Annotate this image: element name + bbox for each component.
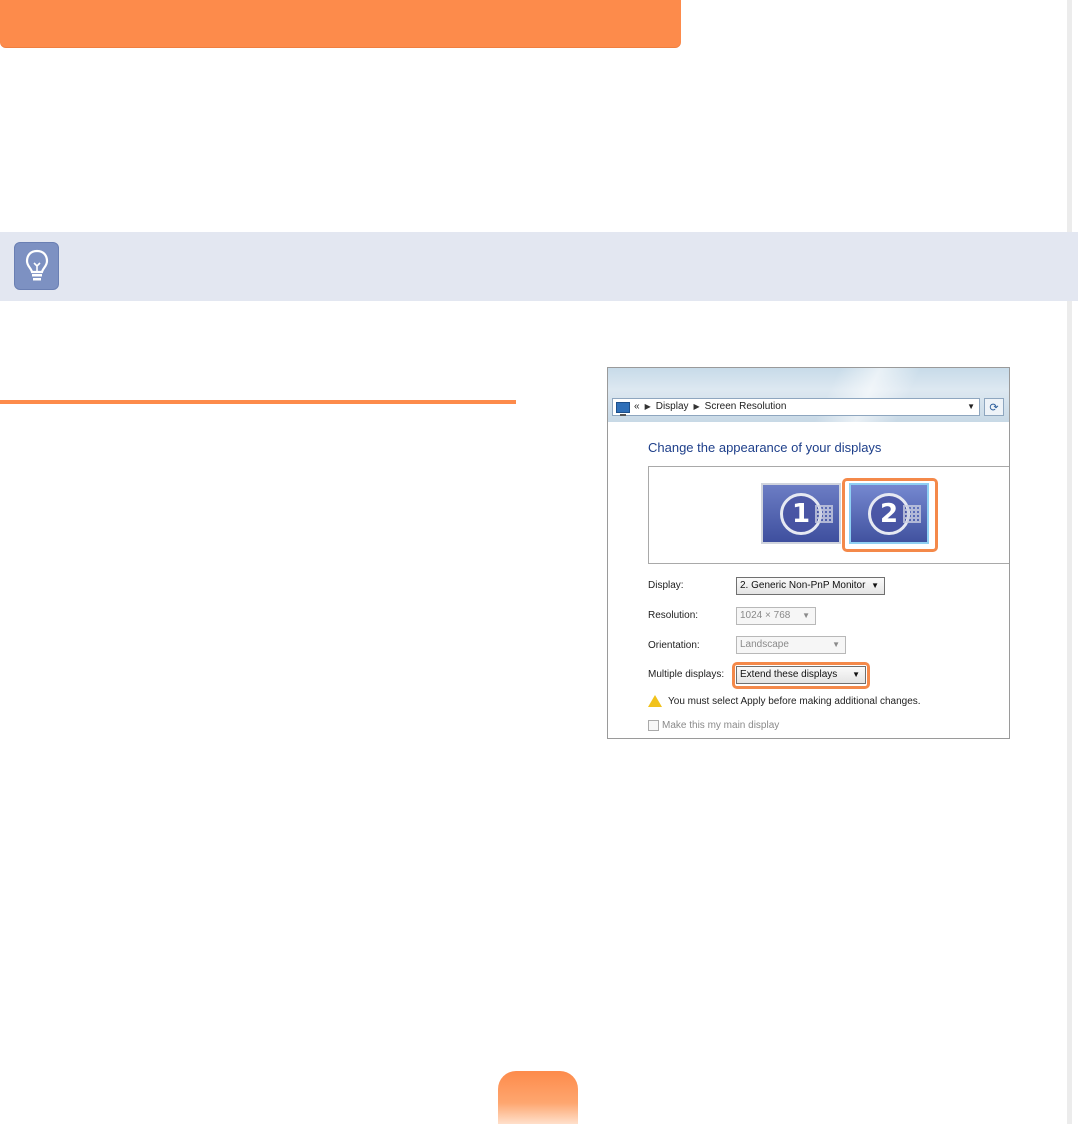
tip-box [0, 232, 1078, 301]
refresh-icon[interactable]: ⟳ [984, 398, 1004, 416]
monitor-icon [616, 401, 630, 416]
chapter-title-bar [0, 0, 681, 48]
display-label: Display: [648, 580, 684, 591]
chevron-right-icon: ▶ [644, 402, 651, 411]
page-number-tab [498, 1071, 578, 1124]
display-select[interactable]: 2. Generic Non-PnP Monitor ▼ [736, 577, 885, 595]
resolution-label: Resolution: [648, 610, 699, 621]
chevron-down-icon: ▼ [871, 581, 879, 590]
warning-icon [648, 695, 662, 707]
chevron-down-icon[interactable]: ▼ [967, 399, 975, 415]
orientation-select[interactable]: Landscape ▼ [736, 636, 846, 654]
lightbulb-icon [14, 242, 59, 290]
page-edge-rule [1067, 0, 1072, 1124]
chevron-down-icon: ▼ [832, 640, 840, 649]
dialog-heading: Change the appearance of your displays [648, 440, 882, 455]
monitor-2-highlight [842, 478, 938, 552]
chevron-right-icon: ▶ [693, 402, 700, 411]
multiple-displays-label: Multiple displays: [648, 669, 725, 680]
resolution-select[interactable]: 1024 × 768 ▼ [736, 607, 816, 625]
main-display-checkbox[interactable]: Make this my main display [648, 720, 779, 731]
orientation-label: Orientation: [648, 640, 700, 651]
chevron-down-icon: ▼ [802, 611, 810, 620]
monitor-1[interactable]: 1 [761, 483, 841, 544]
checkbox[interactable] [648, 720, 659, 731]
monitor-arrangement: 1 2 [648, 466, 1009, 564]
breadcrumb-display[interactable]: Display [656, 399, 689, 415]
breadcrumb-back[interactable]: « [634, 399, 640, 415]
section-divider [0, 400, 516, 404]
multiple-displays-highlight [732, 662, 870, 689]
breadcrumb-screen-resolution[interactable]: Screen Resolution [705, 399, 787, 415]
screen-resolution-dialog: « ▶ Display ▶ Screen Resolution ▼ ⟳ Chan… [607, 367, 1010, 739]
address-bar[interactable]: « ▶ Display ▶ Screen Resolution ▼ [612, 398, 980, 416]
apply-warning: You must select Apply before making addi… [648, 695, 921, 707]
